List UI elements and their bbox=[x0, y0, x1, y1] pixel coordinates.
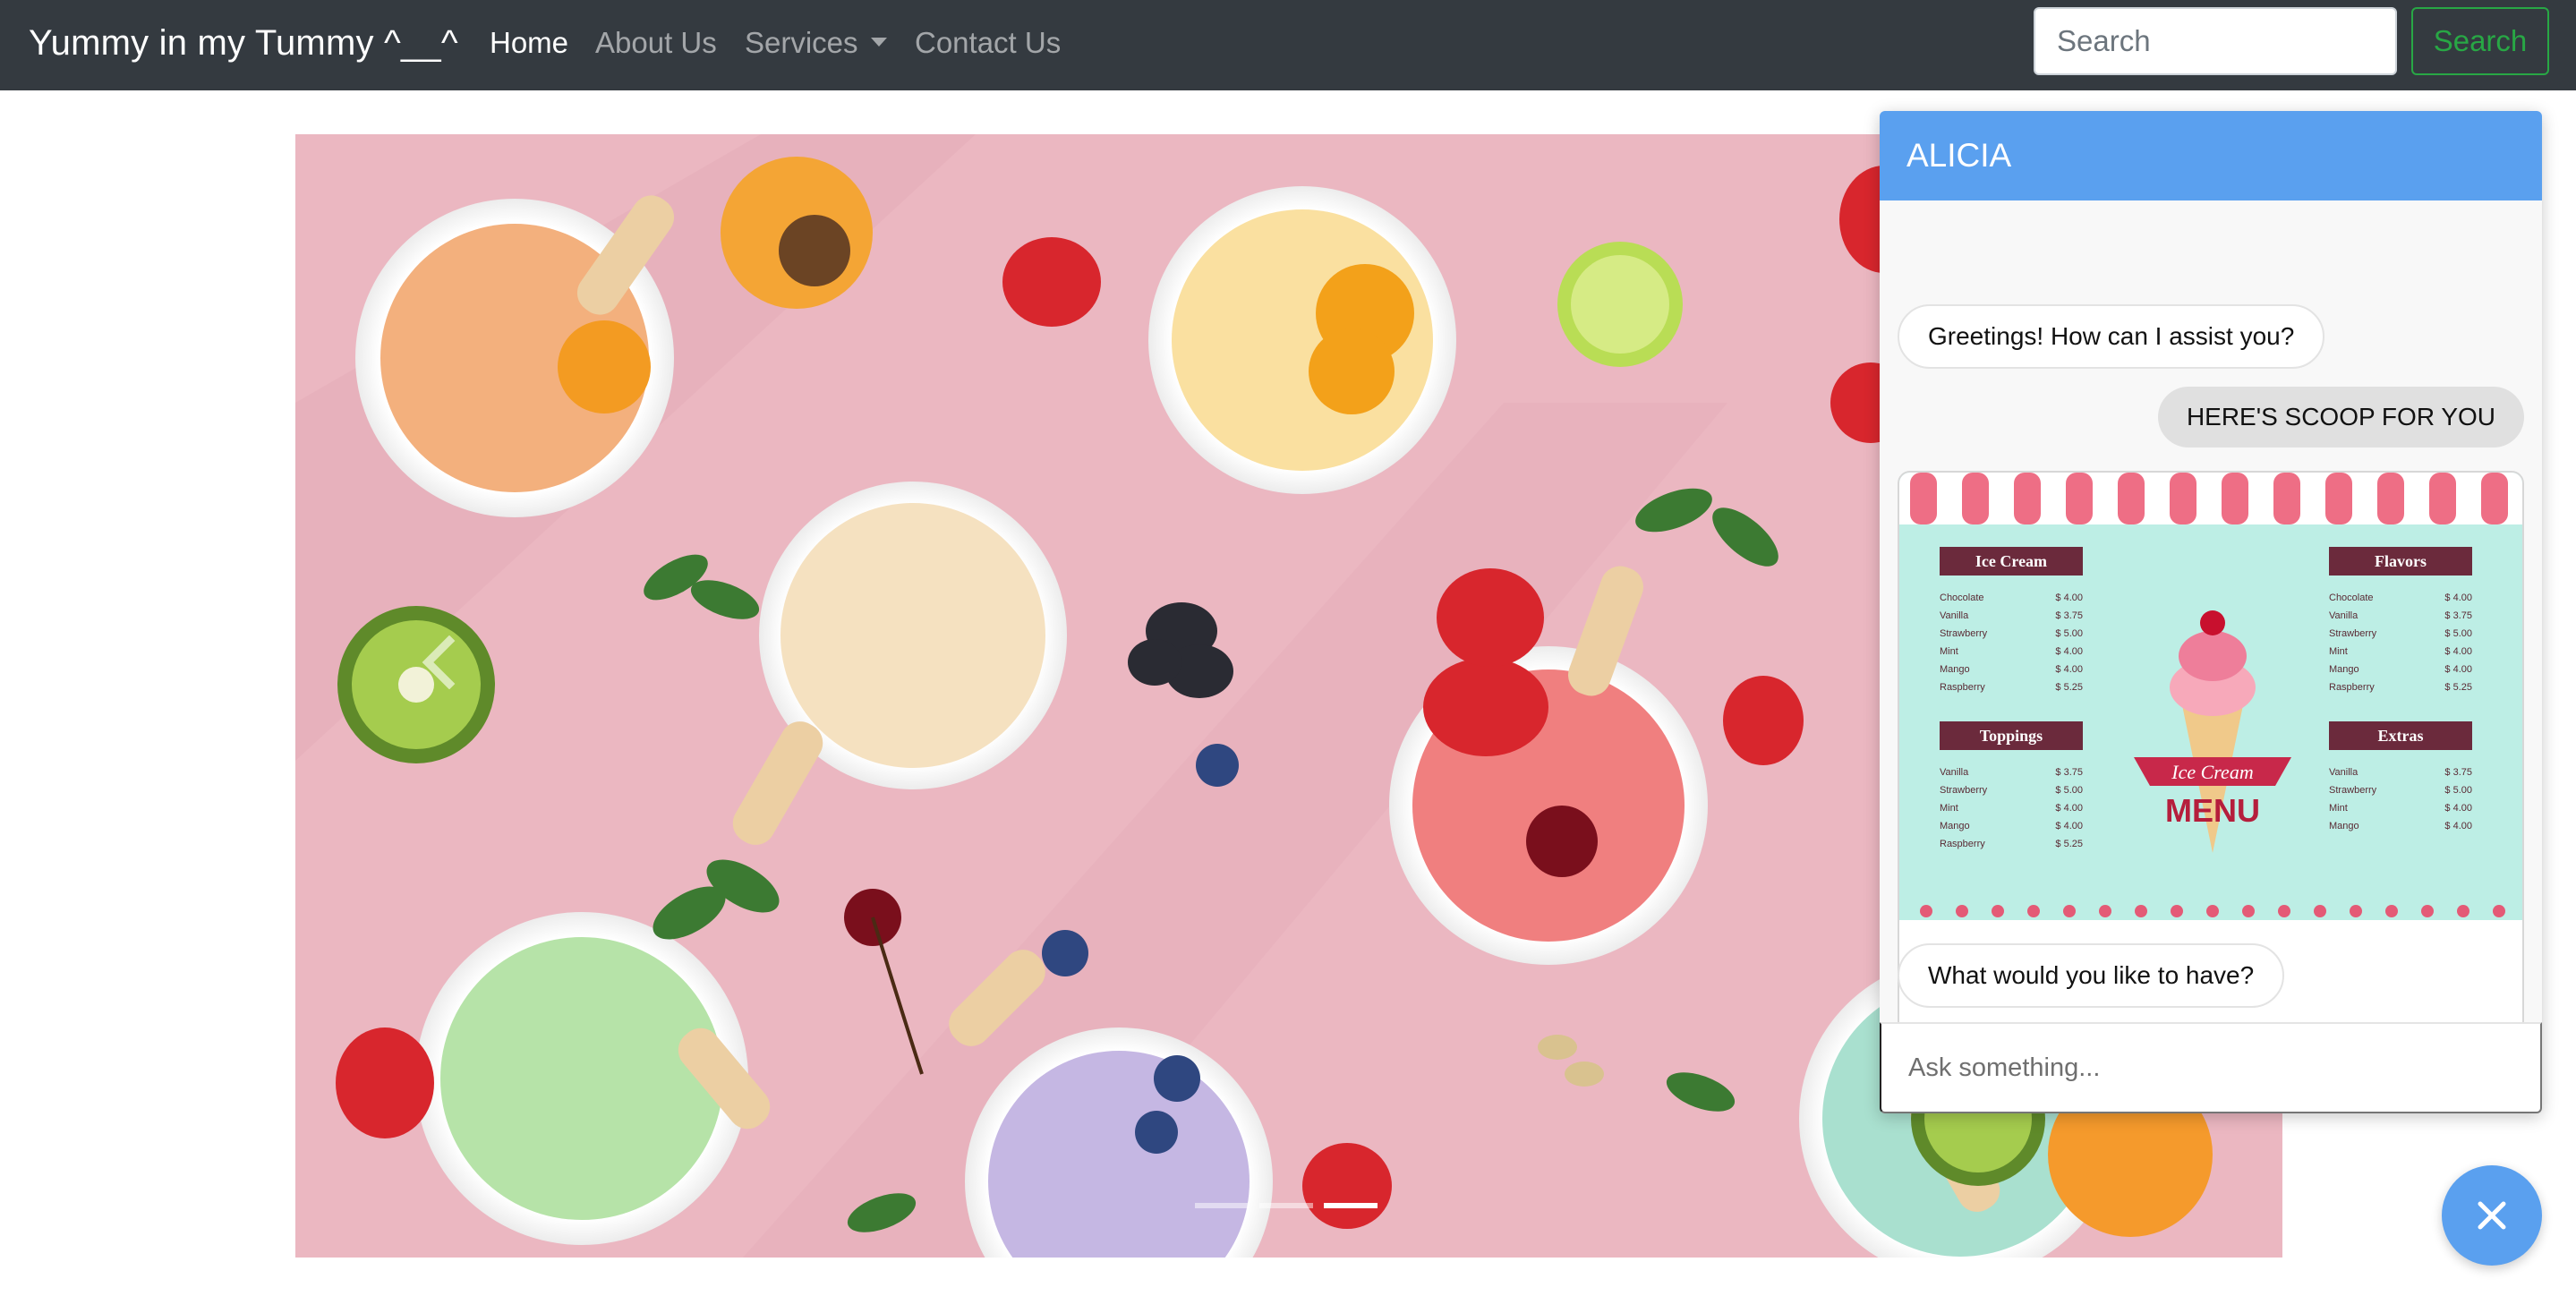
menu-item-price: $ 5.00 bbox=[2055, 785, 2083, 796]
menu-item-price: $ 5.25 bbox=[2055, 839, 2083, 849]
carousel-indicators bbox=[1195, 1203, 1378, 1208]
nav-link-contact-us[interactable]: Contact Us bbox=[915, 23, 1061, 63]
menu-item-name: Strawberry bbox=[1940, 785, 1988, 796]
menu-item-price: $ 4.00 bbox=[2055, 803, 2083, 814]
menu-item-name: Vanilla bbox=[2329, 767, 2358, 778]
menu-item-name: Mango bbox=[2329, 664, 2359, 675]
menu-item-price: $ 5.00 bbox=[2444, 628, 2472, 639]
menu-item-price: $ 5.00 bbox=[2444, 785, 2472, 796]
menu-item-price: $ 4.00 bbox=[2444, 664, 2472, 675]
menu-section-title: Extras bbox=[2378, 727, 2424, 745]
menu-item-name: Vanilla bbox=[2329, 610, 2358, 621]
menu-item-name: Chocolate bbox=[2329, 593, 2374, 603]
menu-item-name: Strawberry bbox=[2329, 628, 2377, 639]
menu-item-name: Strawberry bbox=[2329, 785, 2377, 796]
menu-item-price: $ 4.00 bbox=[2444, 821, 2472, 831]
menu-item-name: Raspberry bbox=[2329, 682, 2375, 693]
menu-item-price: $ 4.00 bbox=[2444, 803, 2472, 814]
menu-item-price: $ 3.75 bbox=[2055, 767, 2083, 778]
menu-item-price: $ 4.00 bbox=[2055, 664, 2083, 675]
chat-header: ALICIA bbox=[1880, 111, 2542, 200]
carousel-indicator-3[interactable] bbox=[1324, 1203, 1378, 1208]
menu-item-price: $ 5.00 bbox=[2055, 628, 2083, 639]
menu-item-price: $ 3.75 bbox=[2444, 610, 2472, 621]
chat-title: ALICIA bbox=[1906, 137, 2012, 174]
search-input[interactable] bbox=[2034, 7, 2397, 75]
nav-link-home[interactable]: Home bbox=[490, 23, 568, 63]
chat-widget: ALICIA Greetings! How can I assist you? … bbox=[1880, 111, 2542, 1113]
menu-item-name: Mango bbox=[1940, 821, 1970, 831]
chat-input[interactable] bbox=[1880, 1022, 2542, 1113]
menu-item-price: $ 5.25 bbox=[2055, 682, 2083, 693]
chat-message-bot: Greetings! How can I assist you? bbox=[1898, 304, 2325, 369]
menu-item-name: Raspberry bbox=[1940, 839, 1985, 849]
menu-item-name: Mango bbox=[2329, 821, 2359, 831]
menu-item-price: $ 4.00 bbox=[2055, 821, 2083, 831]
menu-item-name: Strawberry bbox=[1940, 628, 1988, 639]
carousel-prev-control[interactable] bbox=[421, 635, 492, 743]
search-button[interactable]: Search bbox=[2411, 7, 2549, 75]
close-icon bbox=[2478, 1201, 2506, 1230]
nav-link-services-label: Services bbox=[745, 26, 858, 59]
menu-title-line2: MENU bbox=[2165, 792, 2260, 829]
menu-title-line1: Ice Cream bbox=[2171, 761, 2253, 783]
menu-item-price: $ 5.25 bbox=[2444, 682, 2472, 693]
nav-link-about-us[interactable]: About Us bbox=[595, 23, 717, 63]
menu-item-name: Mint bbox=[1940, 646, 1958, 657]
menu-item-price: $ 4.00 bbox=[2055, 646, 2083, 657]
menu-item-name: Vanilla bbox=[1940, 767, 1969, 778]
chevron-left-icon bbox=[422, 635, 456, 689]
chat-message-user: HERE'S SCOOP FOR YOU bbox=[2157, 387, 2524, 448]
menu-item-price: $ 4.00 bbox=[2055, 593, 2083, 603]
navbar: Yummy in my Tummy ^__^ Home About Us Ser… bbox=[0, 0, 2576, 90]
brand-link[interactable]: Yummy in my Tummy ^__^ bbox=[29, 20, 458, 66]
carousel-indicator-1[interactable] bbox=[1195, 1203, 1249, 1208]
menu-item-name: Vanilla bbox=[1940, 610, 1969, 621]
caret-down-icon bbox=[870, 38, 887, 47]
carousel-indicator-2[interactable] bbox=[1259, 1203, 1313, 1208]
menu-item-name: Mint bbox=[2329, 646, 2348, 657]
chat-toggle-button[interactable] bbox=[2442, 1165, 2542, 1266]
menu-item-price: $ 3.75 bbox=[2444, 767, 2472, 778]
menu-item-price: $ 4.00 bbox=[2444, 593, 2472, 603]
menu-item-name: Chocolate bbox=[1940, 593, 1984, 603]
menu-item-price: $ 4.00 bbox=[2444, 646, 2472, 657]
menu-section-title: Toppings bbox=[1980, 727, 2043, 745]
nav-link-services[interactable]: Services bbox=[745, 23, 887, 63]
menu-section-title: Ice Cream bbox=[1975, 552, 2047, 570]
menu-item-price: $ 3.75 bbox=[2055, 610, 2083, 621]
menu-item-name: Mango bbox=[1940, 664, 1970, 675]
menu-item-name: Mint bbox=[1940, 803, 1958, 814]
menu-section-title: Flavors bbox=[2375, 552, 2427, 570]
chat-message-bot: What would you like to have? bbox=[1898, 943, 2285, 1008]
menu-item-name: Mint bbox=[2329, 803, 2348, 814]
menu-item-name: Raspberry bbox=[1940, 682, 1985, 693]
